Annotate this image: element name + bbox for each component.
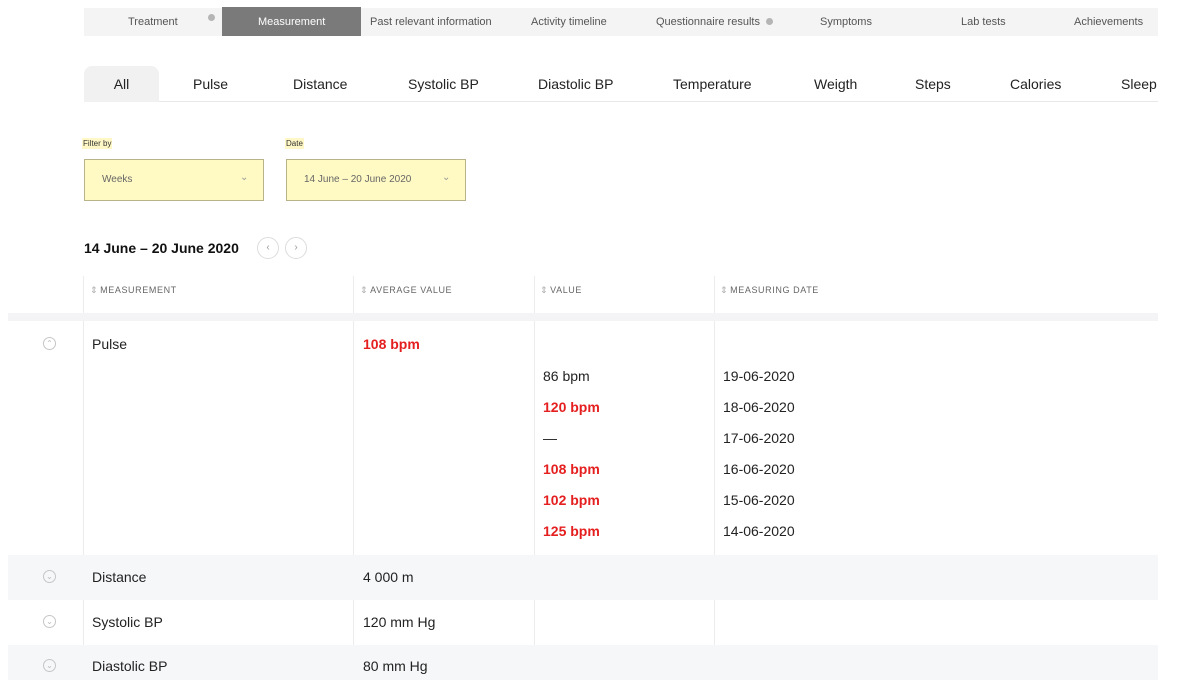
column-header-average-value[interactable]: ⇕ AVERAGE VALUE bbox=[360, 285, 452, 296]
tab-distance[interactable]: Distance bbox=[293, 66, 347, 102]
chevron-down-icon: ⌄ bbox=[240, 172, 249, 183]
previous-period-button[interactable]: ‹ bbox=[257, 237, 279, 259]
period-title: 14 June – 20 June 2020 bbox=[84, 240, 239, 256]
average-value: 120 mm Hg bbox=[363, 614, 436, 630]
chevron-right-icon: › bbox=[294, 242, 298, 253]
top-tab-achievements[interactable]: Achievements bbox=[1074, 12, 1143, 40]
table-header-divider bbox=[8, 313, 1158, 321]
expand-icon[interactable]: ⌄ bbox=[43, 659, 56, 672]
column-divider bbox=[714, 276, 715, 680]
sort-icon: ⇕ bbox=[720, 285, 729, 295]
top-tab-past-relevant-information[interactable]: Past relevant information bbox=[370, 12, 492, 40]
average-value: 80 mm Hg bbox=[363, 658, 428, 674]
detail-date: 18-06-2020 bbox=[723, 399, 795, 415]
column-header-value[interactable]: ⇕ VALUE bbox=[540, 285, 582, 296]
next-period-button[interactable]: › bbox=[285, 237, 307, 259]
top-tab-label: Lab tests bbox=[961, 16, 1006, 28]
detail-date: 19-06-2020 bbox=[723, 368, 795, 384]
top-tab-label: Symptoms bbox=[820, 16, 872, 28]
detail-value: 102 bpm bbox=[543, 492, 600, 508]
filter-by-select[interactable]: Weeks ⌄ bbox=[84, 159, 264, 201]
chevron-down-icon: ⌄ bbox=[442, 172, 451, 183]
tab-diastolic-bp[interactable]: Diastolic BP bbox=[538, 66, 613, 102]
column-divider bbox=[353, 276, 354, 680]
sort-icon: ⇕ bbox=[540, 285, 549, 295]
top-tab-label: Treatment bbox=[128, 16, 178, 28]
expand-icon[interactable]: ⌄ bbox=[43, 615, 56, 628]
collapse-icon[interactable]: ⌃ bbox=[43, 337, 56, 350]
tab-steps[interactable]: Steps bbox=[915, 66, 951, 102]
tab-calories[interactable]: Calories bbox=[1010, 66, 1061, 102]
date-value: 14 June – 20 June 2020 bbox=[304, 174, 412, 185]
measurement-name: Systolic BP bbox=[92, 614, 163, 630]
filter-by-value: Weeks bbox=[102, 174, 133, 185]
date-label: Date bbox=[285, 138, 304, 149]
detail-date: 16-06-2020 bbox=[723, 461, 795, 477]
detail-date: 15-06-2020 bbox=[723, 492, 795, 508]
column-header-measurement[interactable]: ⇕ MEASUREMENT bbox=[90, 285, 177, 296]
top-tab-treatment[interactable]: Treatment bbox=[128, 12, 178, 40]
top-tab-symptoms[interactable]: Symptoms bbox=[820, 12, 872, 40]
column-divider bbox=[83, 276, 84, 680]
detail-value: 125 bpm bbox=[543, 523, 600, 539]
column-header-label: MEASURING DATE bbox=[730, 285, 819, 295]
measurement-type-tabs: All Pulse Distance Systolic BP Diastolic… bbox=[84, 66, 1158, 102]
detail-value: 108 bpm bbox=[543, 461, 600, 477]
top-tab-activity-timeline[interactable]: Activity timeline bbox=[531, 12, 607, 40]
top-tab-label: Activity timeline bbox=[531, 16, 607, 28]
top-tab-label: Achievements bbox=[1074, 16, 1144, 28]
detail-date: 14-06-2020 bbox=[723, 523, 795, 539]
detail-value: — bbox=[543, 430, 557, 446]
tab-all[interactable]: All bbox=[84, 66, 159, 102]
date-select[interactable]: 14 June – 20 June 2020 ⌄ bbox=[286, 159, 466, 201]
sort-icon: ⇕ bbox=[360, 285, 369, 295]
table-row-band bbox=[8, 555, 1158, 600]
top-tab-measurement[interactable]: Measurement bbox=[222, 7, 361, 36]
sort-icon: ⇕ bbox=[90, 285, 99, 295]
tab-temperature[interactable]: Temperature bbox=[673, 66, 752, 102]
status-dot-icon bbox=[208, 14, 215, 21]
detail-value: 86 bpm bbox=[543, 368, 590, 384]
top-tab-lab-tests[interactable]: Lab tests bbox=[961, 12, 1006, 40]
top-tab-label: Past relevant information bbox=[370, 16, 492, 28]
chevron-left-icon: ‹ bbox=[266, 242, 270, 253]
tab-systolic-bp[interactable]: Systolic BP bbox=[408, 66, 479, 102]
measurement-name: Diastolic BP bbox=[92, 658, 168, 674]
table-row-band bbox=[8, 645, 1158, 680]
average-value: 108 bpm bbox=[363, 336, 420, 352]
tab-pulse[interactable]: Pulse bbox=[193, 66, 228, 102]
top-nav: Treatment Measurement Past relevant info… bbox=[84, 7, 1158, 36]
column-header-measuring-date[interactable]: ⇕ MEASURING DATE bbox=[720, 285, 819, 296]
filter-by-label: Filter by bbox=[82, 138, 113, 149]
average-value: 4 000 m bbox=[363, 569, 414, 585]
measurement-name: Pulse bbox=[92, 336, 128, 352]
column-header-label: MEASUREMENT bbox=[100, 285, 177, 295]
detail-value: 120 bpm bbox=[543, 399, 600, 415]
column-divider bbox=[534, 276, 535, 680]
tab-sleep[interactable]: Sleep bbox=[1121, 66, 1157, 102]
measurement-name: Distance bbox=[92, 569, 147, 585]
top-tab-questionnaire-results[interactable]: Questionnaire results bbox=[656, 12, 774, 40]
top-tab-label: Measurement bbox=[258, 16, 326, 28]
top-tab-label: Questionnaire results bbox=[656, 16, 760, 28]
column-header-label: VALUE bbox=[550, 285, 583, 295]
column-header-label: AVERAGE VALUE bbox=[370, 285, 453, 295]
status-dot-icon bbox=[766, 18, 774, 25]
detail-date: 17-06-2020 bbox=[723, 430, 795, 446]
expand-icon[interactable]: ⌄ bbox=[43, 570, 56, 583]
tab-weight[interactable]: Weigth bbox=[814, 66, 857, 102]
